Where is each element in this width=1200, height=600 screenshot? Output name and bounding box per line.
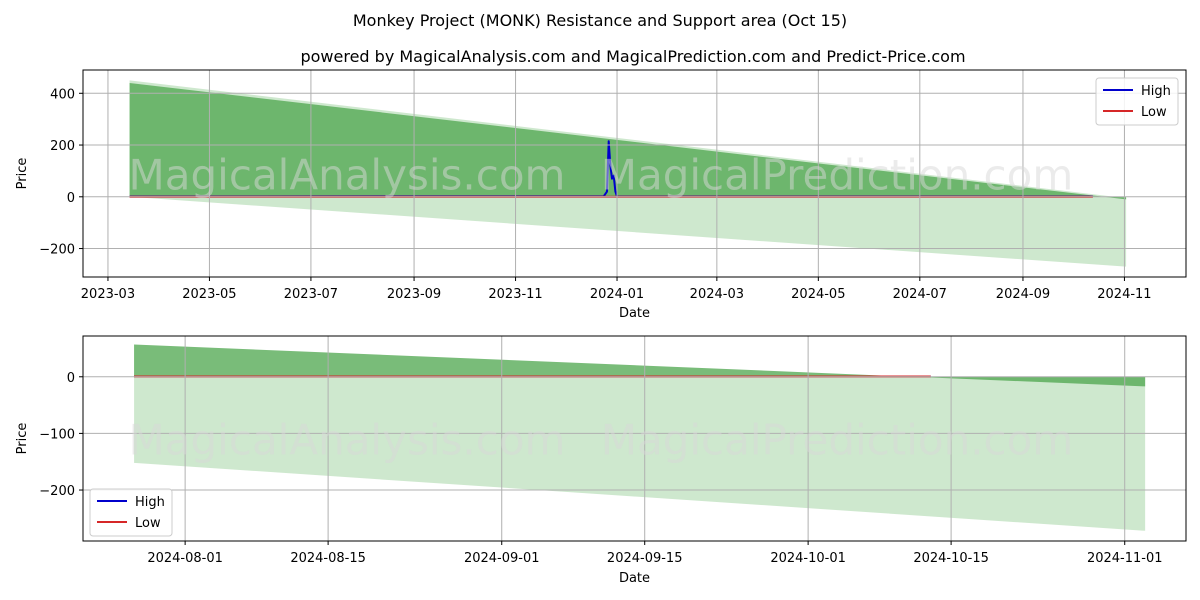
chart-subtitle: powered by MagicalAnalysis.com and Magic… (300, 47, 965, 66)
legend: High Low (89, 488, 173, 537)
x-tick-label: 2023-05 (182, 287, 236, 302)
watermark-text: MagicalAnalysis.com (129, 151, 566, 200)
x-tick-label: 2024-09-15 (607, 551, 683, 566)
legend-label-low: Low (135, 516, 161, 531)
y-tick-label: 200 (50, 139, 75, 154)
watermark-text: MagicalAnalysis.com (129, 416, 566, 465)
x-tick-label: 2024-11 (1097, 287, 1151, 302)
y-tick-label: 0 (67, 371, 75, 386)
x-tick-label: 2024-10-01 (770, 551, 846, 566)
legend-label-high: High (135, 495, 165, 510)
y-tick-label: −200 (39, 484, 75, 499)
x-tick-label: 2024-03 (690, 287, 744, 302)
y-axis-label: Price (15, 423, 30, 455)
x-tick-label: 2023-11 (488, 287, 542, 302)
x-tick-label: 2024-11-01 (1087, 551, 1163, 566)
y-tick-label: 400 (50, 87, 75, 102)
y-tick-label: −200 (39, 243, 75, 258)
figure: Monkey Project (MONK) Resistance and Sup… (15, 11, 1187, 586)
y-tick-label: 0 (67, 191, 75, 206)
x-tick-label: 2024-09 (996, 287, 1050, 302)
x-axis-label: Date (619, 571, 650, 586)
x-tick-label: 2024-05 (791, 287, 845, 302)
watermark-text: MagicalPrediction.com (601, 416, 1074, 465)
x-tick-label: 2024-08-01 (147, 551, 223, 566)
legend-label-high: High (1141, 84, 1171, 99)
x-tick-label: 2024-10-15 (913, 551, 989, 566)
x-tick-label: 2024-01 (590, 287, 644, 302)
legend-label-low: Low (1141, 105, 1167, 120)
x-tick-label: 2023-07 (284, 287, 338, 302)
bottom-panel: MagicalAnalysis.com MagicalPrediction.com… (15, 335, 1187, 586)
x-tick-label: 2023-03 (81, 287, 135, 302)
legend: High Low (1095, 77, 1179, 126)
x-tick-label: 2024-07 (893, 287, 947, 302)
x-tick-label: 2024-08-15 (290, 551, 366, 566)
y-axis-label: Price (15, 158, 30, 190)
x-tick-label: 2024-09-01 (464, 551, 540, 566)
y-tick-label: −100 (39, 427, 75, 442)
watermark-text: MagicalPrediction.com (601, 151, 1074, 200)
top-panel: MagicalAnalysis.com MagicalPrediction.com… (15, 69, 1187, 321)
chart-title: Monkey Project (MONK) Resistance and Sup… (353, 11, 847, 30)
x-axis-label: Date (619, 306, 650, 321)
x-tick-label: 2023-09 (387, 287, 441, 302)
